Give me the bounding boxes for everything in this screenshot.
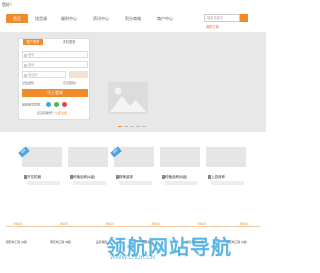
product-name: 开花机器 [27, 175, 41, 179]
nav-find-supply[interactable]: 找货源 [30, 14, 52, 23]
product-desc [119, 181, 152, 185]
price: ¥8.00 [240, 222, 248, 226]
lock-icon [24, 63, 27, 67]
shield-icon [24, 73, 27, 77]
register-link[interactable]: 立即注册 [55, 111, 67, 115]
product-desc [211, 181, 244, 185]
product-desc [165, 181, 198, 185]
username-field[interactable]: 账号 [22, 51, 88, 58]
list-item[interactable]: 钢结构工程 (A级) [6, 240, 27, 244]
product-card[interactable]: 上游良种 [206, 147, 246, 197]
login-tabs: 账户登录 手机登录 [19, 39, 91, 45]
list-item[interactable]: 钢结构工程 (B级) [50, 240, 71, 244]
price: ¥8.00 [198, 222, 206, 226]
product-thumb [68, 147, 108, 167]
welcome-text: 您好！ [2, 2, 14, 7]
social-login: 其他账号登录： [22, 102, 67, 107]
qq-icon[interactable] [45, 102, 51, 107]
social-label: 其他账号登录： [22, 102, 44, 107]
price: ¥8.00 [60, 222, 68, 226]
image-placeholder-icon [108, 82, 148, 114]
product-desc [27, 181, 60, 185]
product-thumb [160, 147, 200, 167]
weibo-icon[interactable] [61, 102, 67, 107]
product-card[interactable]: 推荐 开花机器 [18, 146, 62, 197]
main-nav: 首页 找货源 福利中心 资讯中心 积分商城 商户中心 搜索关键字 我的订单 [0, 12, 266, 29]
password-field[interactable]: 密码 [22, 61, 88, 68]
product-card[interactable]: 种植品种(B级) [160, 147, 200, 197]
nav-news[interactable]: 资讯中心 [90, 14, 112, 23]
product-thumb [206, 147, 246, 167]
captcha-placeholder: 验证码 [28, 73, 38, 77]
tab-phone-login[interactable]: 手机登录 [59, 39, 79, 45]
banner-dot[interactable] [142, 125, 146, 127]
captcha-image[interactable] [69, 71, 88, 78]
banner-dot[interactable] [130, 125, 134, 127]
search-button[interactable] [240, 14, 248, 22]
product-name: 种植品种(B级) [165, 175, 188, 179]
product-desc [73, 181, 106, 185]
remember-checkbox[interactable]: 记住密码 [22, 81, 34, 85]
captcha-field[interactable]: 验证码 [22, 71, 66, 78]
product-name: 种植品种(A级) [73, 175, 96, 179]
top-bar: 您好！ [0, 0, 266, 10]
banner-dot[interactable] [124, 125, 128, 127]
price: ¥8.00 [152, 222, 160, 226]
tab-account-login[interactable]: 账户登录 [23, 39, 43, 45]
login-panel: 账户登录 手机登录 账号 密码 验证码 记住密码 忘记密码？ 马上登录 其他账号… [18, 38, 90, 120]
banner-dot[interactable] [118, 125, 122, 127]
product-name: 精美装饰 [119, 175, 133, 179]
banner-dot[interactable] [136, 125, 140, 127]
banner-pagination [118, 124, 148, 128]
price: ¥8.00 [106, 222, 114, 226]
nav-merchant[interactable]: 商户中心 [154, 14, 176, 23]
product-card[interactable]: 种植品种(A级) [68, 147, 108, 197]
username-placeholder: 账号 [28, 53, 35, 57]
watermark-url: WWW.LHDH.CN [110, 255, 155, 261]
product-cards: 推荐 开花机器 种植品种(A级) 推荐 精美装饰 种植品种(B级) 上游良种 [0, 146, 266, 197]
register-row: 还没有账号？立即注册 [37, 111, 67, 115]
forgot-link[interactable]: 忘记密码？ [63, 81, 78, 85]
search-input[interactable]: 搜索关键字 [204, 14, 240, 22]
remember-row: 记住密码 [22, 81, 34, 85]
wechat-icon[interactable] [53, 102, 59, 107]
nav-points-mall[interactable]: 积分商城 [122, 14, 144, 23]
product-card[interactable]: 推荐 精美装饰 [110, 146, 154, 197]
nav-welfare[interactable]: 福利中心 [58, 14, 80, 23]
register-prefix: 还没有账号？ [37, 111, 56, 115]
user-icon [24, 53, 27, 57]
price: ¥8.00 [14, 222, 22, 226]
nav-home[interactable]: 首页 [6, 14, 28, 23]
password-placeholder: 密码 [28, 63, 35, 67]
product-name: 上游良种 [211, 175, 225, 179]
my-orders-link[interactable]: 我的订单 [206, 24, 219, 29]
login-button[interactable]: 马上登录 [22, 89, 88, 97]
